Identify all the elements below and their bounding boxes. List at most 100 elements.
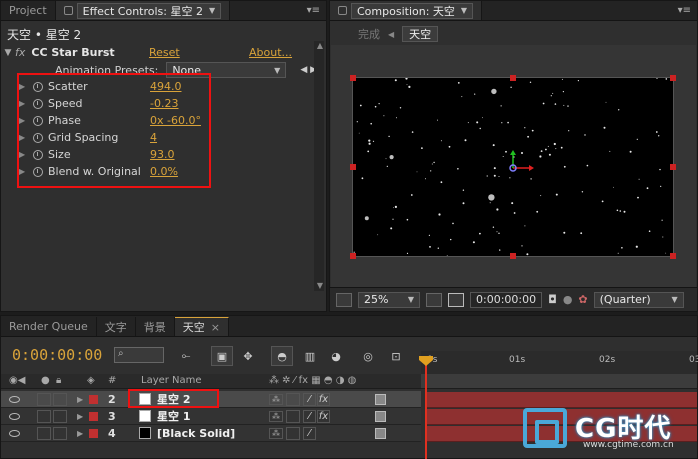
tab-sky-comp[interactable]: 天空 ×	[174, 317, 230, 336]
effect-header-cc-star-burst[interactable]: ▼ fx CC Star Burst Reset About...	[1, 44, 314, 61]
shy-switch-icon[interactable]: ⁂	[269, 393, 283, 405]
channel-rgb-icon[interactable]: ✿	[578, 293, 587, 306]
av-features-icon[interactable]: ◉◀	[9, 375, 25, 386]
crumb-done[interactable]: 完成	[358, 26, 380, 42]
shy-switch-icon[interactable]: ⁂	[269, 427, 283, 439]
star	[406, 84, 408, 86]
tab-text-comp[interactable]: 文字	[97, 317, 136, 336]
quality-switch-icon[interactable]: ⁄	[303, 409, 316, 423]
layer-row[interactable]: ▶ 4 [Black Solid] ⁂ ⁄	[1, 425, 421, 442]
3d-layer-icon[interactable]	[375, 393, 386, 405]
transform-handle[interactable]	[670, 253, 676, 259]
transform-handle[interactable]	[350, 164, 356, 170]
current-time-field[interactable]: 0:00:00:00	[470, 291, 543, 308]
quality-switch-icon[interactable]: ⁄	[303, 426, 316, 440]
lock-icon[interactable]: 🔒︎	[56, 375, 61, 386]
lock-toggle[interactable]	[53, 426, 67, 440]
fx-switch-icon[interactable]: fx	[317, 392, 330, 406]
transform-handle[interactable]	[350, 253, 356, 259]
collapse-switch[interactable]	[286, 409, 300, 423]
expand-triangle-icon[interactable]: ▼	[1, 48, 15, 58]
composition-frame[interactable]	[352, 77, 674, 257]
eye-icon[interactable]	[9, 395, 20, 403]
reset-link[interactable]: Reset	[149, 46, 180, 59]
shy-switch-icon[interactable]: ⁂	[269, 410, 283, 422]
quality-switch-icon[interactable]: ⁄	[303, 392, 316, 406]
transparency-grid-icon[interactable]	[448, 292, 464, 307]
fx-icon[interactable]: fx	[15, 46, 25, 59]
anchor-gizmo-icon[interactable]	[495, 148, 535, 188]
brainstorm-icon[interactable]: ◎	[357, 346, 379, 366]
motion-blur-icon[interactable]: ◕	[325, 346, 347, 366]
composition-viewer[interactable]	[331, 45, 696, 287]
transform-handle[interactable]	[670, 164, 676, 170]
layer-solid-swatch	[139, 410, 151, 422]
effect-controls-dropdown[interactable]: Effect Controls: 星空 2 ▼	[76, 2, 222, 19]
work-area-bar[interactable]	[421, 374, 697, 389]
solo-toggle[interactable]	[37, 426, 51, 440]
graph-editor-icon[interactable]: ⊡	[385, 346, 407, 366]
comp-mini-flowchart-icon[interactable]: ⟜	[175, 346, 197, 366]
column-layer-name[interactable]: Layer Name	[141, 375, 202, 386]
scroll-up-icon[interactable]: ▲	[317, 41, 323, 50]
composition-dropdown[interactable]: Composition: 天空 ▼	[351, 2, 474, 19]
panel-menu-icon[interactable]: ▾≡	[307, 5, 320, 16]
timeline-timecode[interactable]: 0:00:00:00	[12, 346, 102, 364]
layer-search-input[interactable]: ⌕	[114, 347, 164, 363]
transform-handle[interactable]	[350, 75, 356, 81]
live-update-icon[interactable]: ▣	[211, 346, 233, 366]
lock-toggle[interactable]	[53, 409, 67, 423]
scrollbar[interactable]	[314, 41, 324, 291]
lock-icon[interactable]	[63, 6, 73, 15]
transform-handle[interactable]	[510, 253, 516, 259]
always-preview-icon[interactable]	[336, 292, 352, 307]
fx-switch-icon[interactable]: fx	[317, 409, 330, 423]
crumb-current[interactable]: 天空	[402, 26, 439, 42]
about-link[interactable]: About...	[249, 46, 292, 59]
layer-row[interactable]: ▶ 3 星空 1 ⁂ ⁄ fx	[1, 408, 421, 425]
lock-toggle[interactable]	[53, 392, 67, 406]
camera-snapshot-icon[interactable]: ◘	[548, 293, 557, 306]
zoom-dropdown[interactable]: 25% ▼	[358, 291, 420, 308]
playhead-line[interactable]	[425, 356, 427, 459]
scroll-down-icon[interactable]: ▼	[317, 281, 323, 290]
star	[619, 210, 622, 212]
lock-icon[interactable]	[338, 6, 347, 15]
tab-project[interactable]: Project	[1, 1, 56, 20]
layer-name[interactable]: [Black Solid]	[157, 427, 235, 440]
star	[392, 218, 394, 220]
tab-effect-controls[interactable]: Effect Controls: 星空 2 ▼	[55, 1, 231, 20]
solo-icon[interactable]: ●	[41, 375, 50, 386]
label-color[interactable]	[89, 428, 98, 438]
eye-icon[interactable]	[9, 429, 20, 437]
3d-layer-icon[interactable]	[375, 410, 386, 422]
hide-shy-layers-icon[interactable]: ◓	[271, 346, 293, 366]
resolution-dropdown[interactable]: (Quarter) ▼	[593, 291, 684, 308]
label-icon[interactable]: ◈	[87, 375, 95, 386]
solo-toggle[interactable]	[37, 392, 51, 406]
star	[378, 103, 380, 105]
tab-background-comp[interactable]: 背景	[136, 317, 175, 336]
show-snapshot-icon[interactable]: ●	[563, 293, 573, 306]
3d-layer-icon[interactable]	[375, 427, 386, 439]
layer-name[interactable]: 星空 1	[157, 408, 190, 424]
expand-triangle-icon[interactable]: ▶	[77, 412, 83, 421]
solo-toggle[interactable]	[37, 409, 51, 423]
safe-areas-icon[interactable]	[426, 292, 442, 307]
close-icon[interactable]: ×	[211, 321, 220, 334]
expand-triangle-icon[interactable]: ▶	[77, 429, 83, 438]
collapse-switch[interactable]	[286, 392, 300, 406]
label-color[interactable]	[89, 394, 98, 404]
expand-triangle-icon[interactable]: ▶	[77, 395, 83, 404]
tab-composition[interactable]: Composition: 天空 ▼	[330, 1, 483, 20]
label-color[interactable]	[89, 411, 98, 421]
eye-icon[interactable]	[9, 412, 20, 420]
transform-handle[interactable]	[670, 75, 676, 81]
star	[527, 135, 529, 138]
panel-menu-icon[interactable]: ▾≡	[678, 5, 691, 16]
transform-handle[interactable]	[510, 75, 516, 81]
draft-3d-icon[interactable]: ✥	[237, 346, 259, 366]
tab-render-queue[interactable]: Render Queue	[1, 317, 97, 336]
collapse-switch[interactable]	[286, 426, 300, 440]
frame-blending-icon[interactable]: ▥	[299, 346, 321, 366]
